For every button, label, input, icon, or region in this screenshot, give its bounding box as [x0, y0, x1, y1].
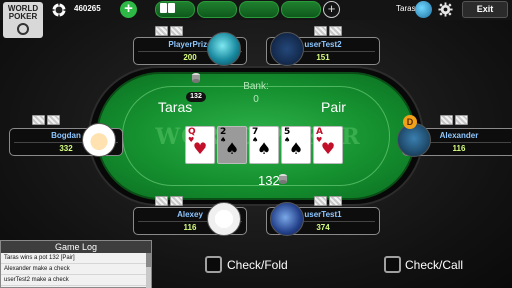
pot-chips-icon	[279, 174, 287, 184]
avatar-alexander[interactable]	[397, 123, 431, 157]
mini-card	[168, 3, 175, 13]
card-back	[455, 115, 468, 125]
community-card: Q ♥ ♥	[185, 126, 215, 164]
card-back	[155, 196, 168, 206]
scroll-thumb[interactable]	[146, 253, 151, 267]
check-call-checkbox[interactable]	[384, 256, 401, 273]
current-user-name: Taras	[396, 4, 416, 13]
check-fold-checkbox[interactable]	[205, 256, 222, 273]
table-tab-4[interactable]	[281, 1, 321, 18]
community-card: A ♥ ♥	[313, 126, 343, 164]
dealer-button: D	[403, 115, 417, 129]
card-back	[170, 26, 183, 36]
community-card: 2 ♠ ♠	[217, 126, 247, 164]
mini-card	[160, 3, 167, 13]
logo-text-bottom: POKER	[8, 12, 38, 21]
chip-stack-icon	[192, 73, 200, 83]
log-line: Taras wins a pot 132 [Pair]	[1, 253, 151, 264]
mini-cards	[160, 3, 175, 13]
current-user-avatar[interactable]	[415, 1, 432, 18]
table-tab-2[interactable]	[197, 1, 237, 18]
pot-value: 132	[258, 173, 280, 188]
hole-cards	[155, 26, 183, 36]
card-suit-center: ♠	[256, 139, 272, 158]
exit-button[interactable]: Exit	[462, 1, 508, 18]
community-card: 5 ♠ ♠	[281, 126, 311, 164]
card-back	[314, 26, 327, 36]
game-log-scrollbar[interactable]	[146, 253, 151, 288]
table-tab-1[interactable]	[155, 1, 195, 18]
card-back	[32, 115, 45, 125]
hole-cards	[32, 115, 60, 125]
bank-value: 0	[253, 94, 259, 105]
avatar-alexey[interactable]	[207, 202, 241, 236]
winner-name: Taras	[158, 99, 193, 115]
check-call-label[interactable]: Check/Call	[405, 258, 463, 272]
winning-hand: Pair	[321, 99, 346, 115]
player-bet-badge: 132	[186, 92, 206, 102]
hole-cards	[440, 115, 468, 125]
poker-chip-icon	[52, 3, 66, 17]
card-back	[155, 26, 168, 36]
gear-icon[interactable]	[438, 2, 453, 17]
game-log-panel: Game Log Taras wins a pot 132 [Pair] Ale…	[0, 240, 152, 288]
avatar-usertest2[interactable]	[270, 32, 304, 66]
world-poker-logo[interactable]: WORLD POKER	[3, 2, 43, 38]
card-back	[329, 26, 342, 36]
avatar-bogdan[interactable]	[82, 123, 116, 157]
hole-cards	[314, 26, 342, 36]
add-chips-button[interactable]: +	[120, 1, 137, 18]
card-back	[170, 196, 183, 206]
globe-icon	[17, 23, 29, 35]
log-line: userTest2 make a check	[1, 275, 151, 286]
card-back	[314, 196, 327, 206]
chips-balance: 460265	[74, 4, 101, 13]
card-back	[47, 115, 60, 125]
game-log-title: Game Log	[1, 241, 151, 253]
check-fold-label[interactable]: Check/Fold	[227, 258, 288, 272]
card-suit-center: ♠	[288, 139, 304, 158]
card-suit-center: ♠	[224, 139, 240, 158]
card-back	[440, 115, 453, 125]
add-table-button[interactable]: +	[323, 1, 340, 18]
avatar-usertest1[interactable]	[270, 202, 304, 236]
hole-cards	[155, 196, 183, 206]
hole-cards	[314, 196, 342, 206]
table-tab-3[interactable]	[239, 1, 279, 18]
bank-label: Bank:	[243, 81, 269, 92]
card-suit-center: ♥	[192, 139, 208, 158]
community-card: 7 ♠ ♠	[249, 126, 279, 164]
card-suit-center: ♥	[320, 139, 336, 158]
log-line: Alexander make a check	[1, 264, 151, 275]
avatar-playerprize[interactable]	[207, 32, 241, 66]
card-back	[329, 196, 342, 206]
